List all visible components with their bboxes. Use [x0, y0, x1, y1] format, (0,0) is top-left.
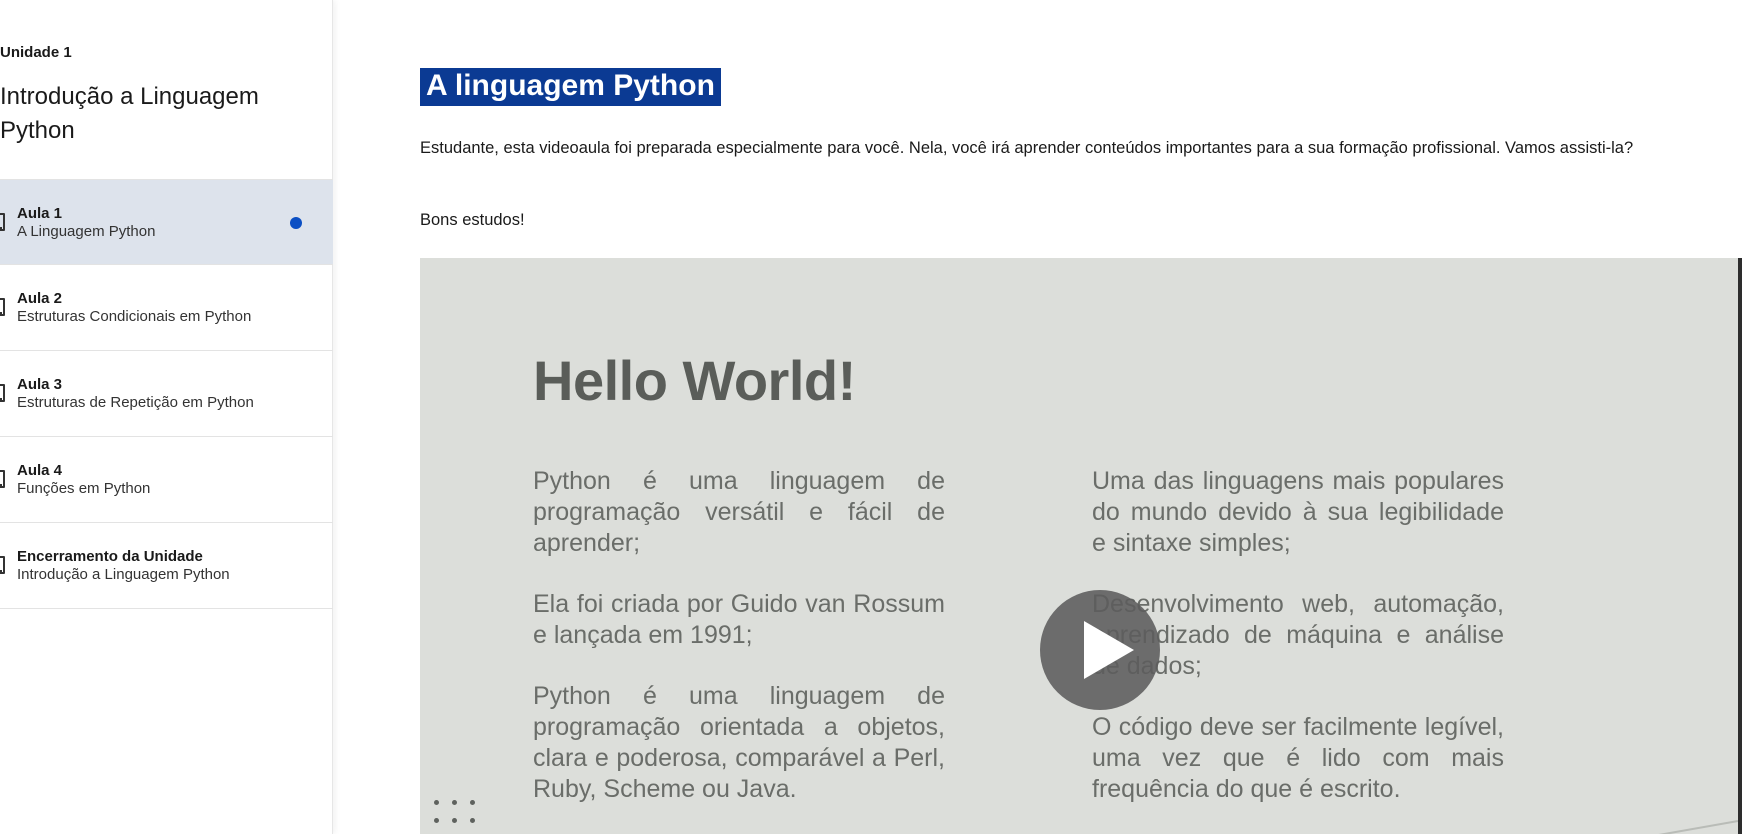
slide-bullet: Ela foi criada por Guido van Rossum e la…: [533, 590, 945, 649]
slide-bullet: Uma das linguagens mais populares do mun…: [1092, 467, 1504, 557]
lesson-item-encerramento[interactable]: Encerramento da Unidade Introdução a Lin…: [0, 523, 333, 609]
intro-text: Estudante, esta videoaula foi preparada …: [420, 139, 1634, 157]
unit-label: Unidade 1: [0, 44, 72, 61]
lesson-title: Aula 4: [17, 462, 63, 479]
page: Unidade 1 Introdução a Linguagem Python …: [0, 0, 1764, 834]
slide-left-column: Python é uma linguagem de programação ve…: [533, 466, 945, 834]
sidebar: Unidade 1 Introdução a Linguagem Python …: [0, 0, 333, 834]
video-player[interactable]: Hello World! Python é uma linguagem de p…: [420, 258, 1742, 834]
lesson-subtitle: Introdução a Linguagem Python: [17, 566, 230, 583]
slide-bullet: Python é uma linguagem de programação or…: [533, 682, 945, 803]
lesson-subtitle: Estruturas Condicionais em Python: [17, 308, 252, 325]
slide-bullet: O código deve ser facilmente legível, um…: [1092, 713, 1504, 803]
slide-title: Hello World!: [533, 349, 856, 412]
lesson-title: Aula 2: [17, 290, 63, 307]
decorative-dots: [434, 800, 494, 834]
main-content: A linguagem Python Estudante, esta video…: [370, 0, 1764, 834]
lesson-item-aula-2[interactable]: Aula 2 Estruturas Condicionais em Python: [0, 265, 333, 351]
book-icon: [0, 556, 5, 574]
lesson-subtitle: Funções em Python: [17, 480, 151, 497]
current-lesson-indicator-icon: [290, 217, 302, 229]
unit-title: Introdução a Linguagem Python: [0, 83, 259, 144]
book-icon: [0, 470, 5, 488]
slide-bullet: Python é uma linguagem de programação ve…: [533, 467, 945, 557]
lesson-title: Aula 1: [17, 205, 63, 222]
lesson-item-aula-3[interactable]: Aula 3 Estruturas de Repetição em Python: [0, 351, 333, 437]
lesson-subtitle: A Linguagem Python: [17, 223, 156, 240]
decorative-line: [1540, 820, 1739, 834]
lesson-list: Aula 1 A Linguagem Python Aula 2 Estrutu…: [0, 179, 333, 609]
lesson-title: Aula 3: [17, 376, 63, 393]
book-icon: [0, 298, 5, 316]
page-title: A linguagem Python: [420, 68, 721, 106]
lesson-item-aula-1[interactable]: Aula 1 A Linguagem Python: [0, 179, 333, 265]
lesson-title: Encerramento da Unidade: [17, 548, 203, 565]
video-edge: [1738, 258, 1742, 834]
book-icon: [0, 213, 5, 231]
lesson-item-aula-4[interactable]: Aula 4 Funções em Python: [0, 437, 333, 523]
book-icon: [0, 384, 5, 402]
lesson-subtitle: Estruturas de Repetição em Python: [17, 394, 254, 411]
closing-text: Bons estudos!: [420, 211, 525, 229]
play-icon[interactable]: [1040, 590, 1160, 710]
